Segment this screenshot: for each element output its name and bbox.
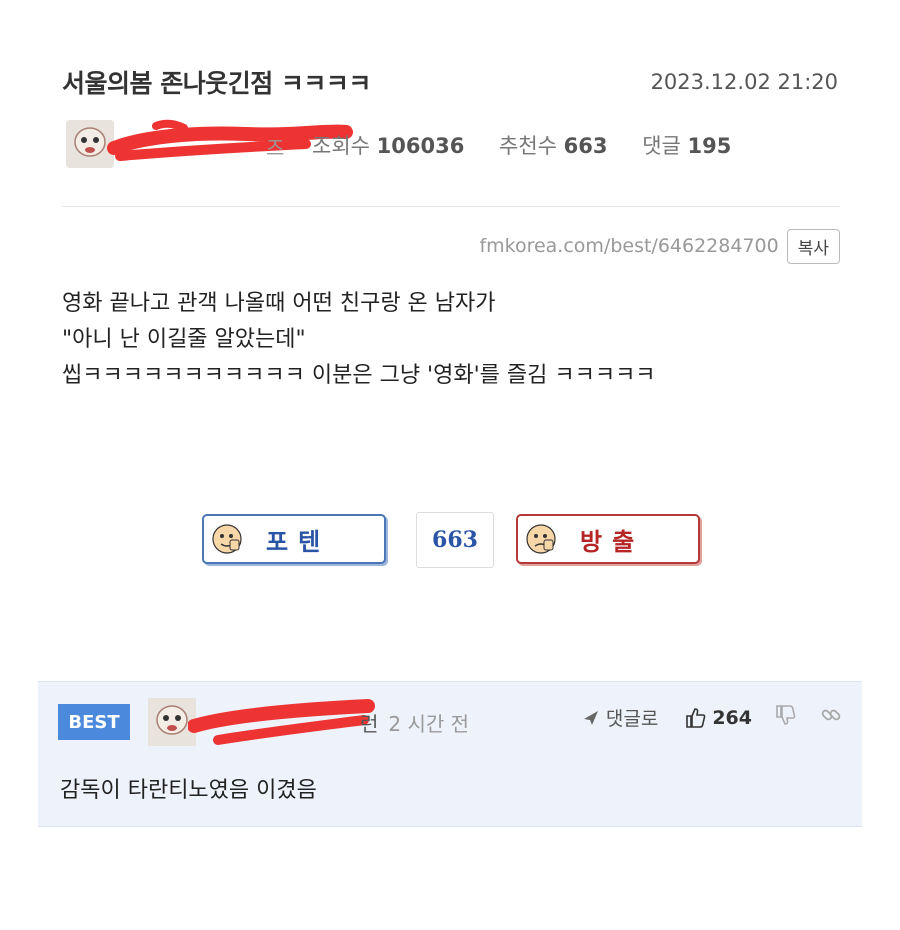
recommend-stat: 추천수 663: [499, 134, 608, 158]
upvote-button[interactable]: 포텐: [202, 514, 386, 564]
like-count: 264: [712, 706, 752, 729]
redaction-scribble: [188, 699, 375, 745]
comment-time: 런2 시간 전: [360, 712, 470, 736]
post-date: 2023.12.02 21:20: [650, 70, 838, 94]
views-stat: 조회수 106036: [312, 134, 465, 158]
thumbs-up-icon: [686, 707, 706, 728]
link-button[interactable]: [820, 704, 842, 731]
comments-stat: 댓글 195: [642, 134, 732, 158]
comment-text: 감독이 타란티노였음 이겼음: [60, 778, 317, 803]
post-url-row: fmkorea.com/best/6462284700 복사: [479, 228, 840, 264]
author-row: 즈 조회수 106036 추천수 663 댓글 195: [66, 118, 846, 170]
body-line: 씹ㅋㅋㅋㅋㅋㅋㅋㅋㅋㅋㅋ 이분은 그냥 '영화'를 즐김 ㅋㅋㅋㅋㅋ: [62, 363, 656, 388]
thumbs-down-face-icon: [526, 524, 556, 554]
reply-label: 댓글로: [605, 708, 659, 730]
post-body: 영화 끝나고 관객 나올때 어떤 친구랑 온 남자가 "아니 난 이길줄 알았는…: [62, 286, 656, 394]
post-url[interactable]: fmkorea.com/best/6462284700: [479, 235, 778, 257]
vote-row: 포텐 663 방출: [202, 512, 702, 568]
reply-button[interactable]: 댓글로: [582, 704, 658, 731]
send-arrow-icon: [583, 710, 598, 725]
link-icon: [821, 709, 841, 721]
best-comment: BEST 런2 시간 전 댓글로 264 감독이 타란티노였음 이겼음: [38, 681, 862, 827]
post-stats: 조회수 106036 추천수 663 댓글 195: [312, 130, 759, 160]
downvote-label: 방출: [580, 527, 645, 556]
post-title: 서울의봄 존나웃긴점 ㅋㅋㅋㅋ: [62, 69, 371, 98]
downvote-button[interactable]: 방출: [516, 514, 700, 564]
comment-actions: 댓글로 264: [582, 704, 842, 731]
upvote-label: 포텐: [266, 527, 331, 556]
like-button[interactable]: 264: [684, 707, 752, 729]
divider: [62, 206, 840, 207]
vote-count: 663: [416, 512, 494, 568]
dislike-button[interactable]: [774, 704, 796, 731]
best-badge: BEST: [58, 704, 130, 740]
body-line: 영화 끝나고 관객 나올때 어떤 친구랑 온 남자가: [62, 291, 496, 316]
body-line: "아니 난 이길줄 알았는데": [62, 327, 306, 352]
thumbs-down-icon: [776, 705, 796, 725]
author-name-visible: 즈: [266, 136, 285, 160]
comment-author-visible: 런: [360, 712, 379, 736]
copy-button[interactable]: 복사: [786, 228, 840, 264]
thumbs-up-face-icon: [212, 524, 242, 554]
